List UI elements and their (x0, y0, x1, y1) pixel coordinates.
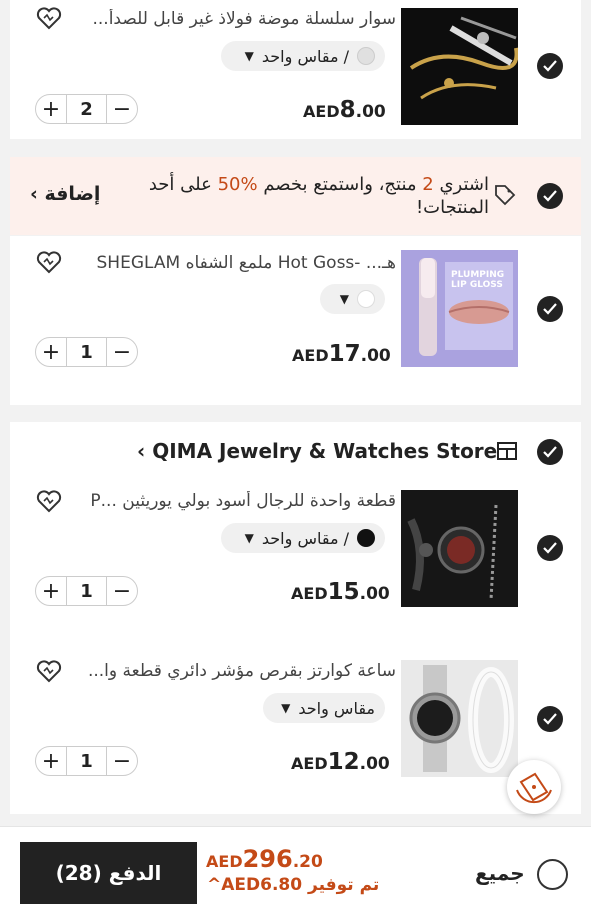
decrease-button[interactable]: − (107, 747, 137, 775)
price-main: 12 (327, 749, 360, 775)
quantity-stepper[interactable]: + 1 − (35, 746, 138, 776)
product-price: AED15.00 (291, 579, 390, 605)
size-selector[interactable]: ▼ مقاس واحد / (221, 523, 385, 553)
increase-button[interactable]: + (36, 338, 66, 366)
checkout-bar: الدفع (28) AED296.20 ^AED6.80 تم توفير ج… (0, 826, 591, 909)
product-image-lipgloss[interactable]: PLUMPING LIP GLOSS (401, 250, 518, 367)
size-selector[interactable]: ▼ مقاس واحد (263, 693, 385, 723)
coupon-icon (516, 772, 552, 804)
price-main: 8 (339, 97, 356, 123)
checkout-button[interactable]: الدفع (28) (20, 842, 197, 904)
price-currency: AED (303, 102, 340, 121)
store-group-card: ‹ QIMA Jewelry & Watches Store قطعة واحد… (10, 422, 581, 814)
quantity-stepper[interactable]: + 1 − (35, 337, 138, 367)
size-selector[interactable]: ▼ مقاس واحد / (221, 41, 385, 71)
color-swatch-icon (357, 290, 375, 308)
store-name-link[interactable]: ‹ QIMA Jewelry & Watches Store (137, 439, 497, 463)
price-main: 17 (328, 341, 361, 367)
product-image-caption: PLUMPING LIP GLOSS (451, 270, 505, 290)
quantity-value[interactable]: 1 (66, 577, 107, 605)
promo-text: اشتري 2 منتج، واستمتع بخصم %50 على أحد ا… (139, 173, 489, 219)
quantity-value[interactable]: 1 (66, 747, 107, 775)
price-decimal: .00 (359, 584, 390, 604)
product-price: AED12.00 (291, 749, 390, 775)
wishlist-heart-icon[interactable] (36, 659, 62, 685)
wishlist-heart-icon[interactable] (36, 489, 62, 515)
increase-button[interactable]: + (36, 747, 66, 775)
total-currency: AED (206, 852, 243, 871)
promo-banner: اشتري 2 منتج، واستمتع بخصم %50 على أحد ا… (10, 157, 581, 235)
item-check-icon[interactable] (537, 535, 563, 561)
tag-icon (494, 184, 516, 210)
increase-button[interactable]: + (36, 577, 66, 605)
quantity-stepper[interactable]: + 1 − (35, 576, 138, 606)
store-icon (496, 441, 518, 465)
select-all-label[interactable]: جميع (475, 861, 525, 885)
size-label: مقاس واحد / (261, 528, 349, 548)
promo-check-icon[interactable] (537, 183, 563, 209)
wishlist-heart-icon[interactable] (36, 250, 62, 276)
product-title[interactable]: قطعة واحدة للرجال أسود بولي يوريثين ...P (84, 491, 396, 511)
chevron-down-icon: ▼ (281, 701, 291, 715)
price-main: 15 (327, 579, 360, 605)
total-decimal: .20 (292, 852, 323, 872)
price-currency: AED (291, 754, 328, 773)
promo-add-label: إضافة (44, 183, 101, 205)
size-label: مقاس واحد (298, 698, 375, 718)
price-currency: AED (292, 346, 329, 365)
item-check-icon[interactable] (537, 53, 563, 79)
item-check-icon[interactable] (537, 296, 563, 322)
price-currency: AED (291, 584, 328, 603)
product-title[interactable]: سوار سلسلة موضة فولاذ غير قابل للصدأ... (84, 9, 397, 29)
product-price: AED17.00 (292, 341, 391, 367)
product-title[interactable]: ساعة كوارتز بقرص مؤشر دائري قطعة وا... (84, 661, 396, 681)
chevron-left-icon: ‹ (30, 183, 38, 205)
product-title[interactable]: هـ... -Hot Goss ملمع الشفاه SHEGLAM (84, 253, 396, 273)
color-swatch-icon (357, 529, 375, 547)
chevron-up-icon: ^ (207, 875, 222, 895)
product-image-bracelet[interactable] (401, 8, 518, 125)
quantity-stepper[interactable]: + 2 − (35, 94, 138, 124)
select-all-radio[interactable] (537, 859, 568, 890)
savings-toggle[interactable]: ^AED6.80 تم توفير (207, 875, 379, 895)
total-main: 296 (242, 845, 293, 873)
chevron-down-icon: ▼ (244, 531, 254, 545)
product-image-watch-set-black[interactable] (401, 490, 518, 607)
price-decimal: .00 (360, 346, 391, 366)
promo-add-link[interactable]: ‹ إضافة (30, 183, 100, 205)
store-check-icon[interactable] (537, 439, 563, 465)
product-image-watch-set-silver[interactable] (401, 660, 518, 777)
decrease-button[interactable]: − (107, 577, 137, 605)
promo-percent: %50 (217, 174, 258, 195)
decrease-button[interactable]: − (107, 95, 137, 123)
total-price: AED296.20 (206, 845, 323, 873)
chevron-left-icon: ‹ (137, 439, 153, 463)
quantity-value[interactable]: 2 (66, 95, 107, 123)
saved-label: تم توفير (308, 875, 380, 895)
saved-amount: AED6.80 (221, 875, 303, 895)
promo-text-part: منتج، واستمتع بخصم (257, 174, 423, 195)
quantity-value[interactable]: 1 (66, 338, 107, 366)
cart-item-card: سوار سلسلة موضة فولاذ غير قابل للصدأ... … (10, 0, 581, 139)
floating-coupon-button[interactable] (507, 760, 561, 814)
promo-text-part: اشتري (433, 174, 489, 195)
size-label: مقاس واحد / (261, 46, 349, 66)
increase-button[interactable]: + (36, 95, 66, 123)
price-decimal: .00 (359, 754, 390, 774)
wishlist-heart-icon[interactable] (36, 6, 62, 32)
cart-item-card: PLUMPING LIP GLOSS هـ... -Hot Goss ملمع … (10, 236, 581, 405)
color-selector[interactable]: ▼ (320, 284, 385, 314)
price-decimal: .00 (355, 102, 386, 122)
store-name: QIMA Jewelry & Watches Store (152, 439, 498, 463)
decrease-button[interactable]: − (107, 338, 137, 366)
chevron-down-icon: ▼ (244, 49, 254, 63)
chevron-down-icon: ▼ (339, 292, 349, 306)
color-swatch-icon (357, 47, 375, 65)
promo-count: 2 (422, 174, 434, 195)
item-check-icon[interactable] (537, 706, 563, 732)
product-price: AED8.00 (303, 97, 386, 123)
